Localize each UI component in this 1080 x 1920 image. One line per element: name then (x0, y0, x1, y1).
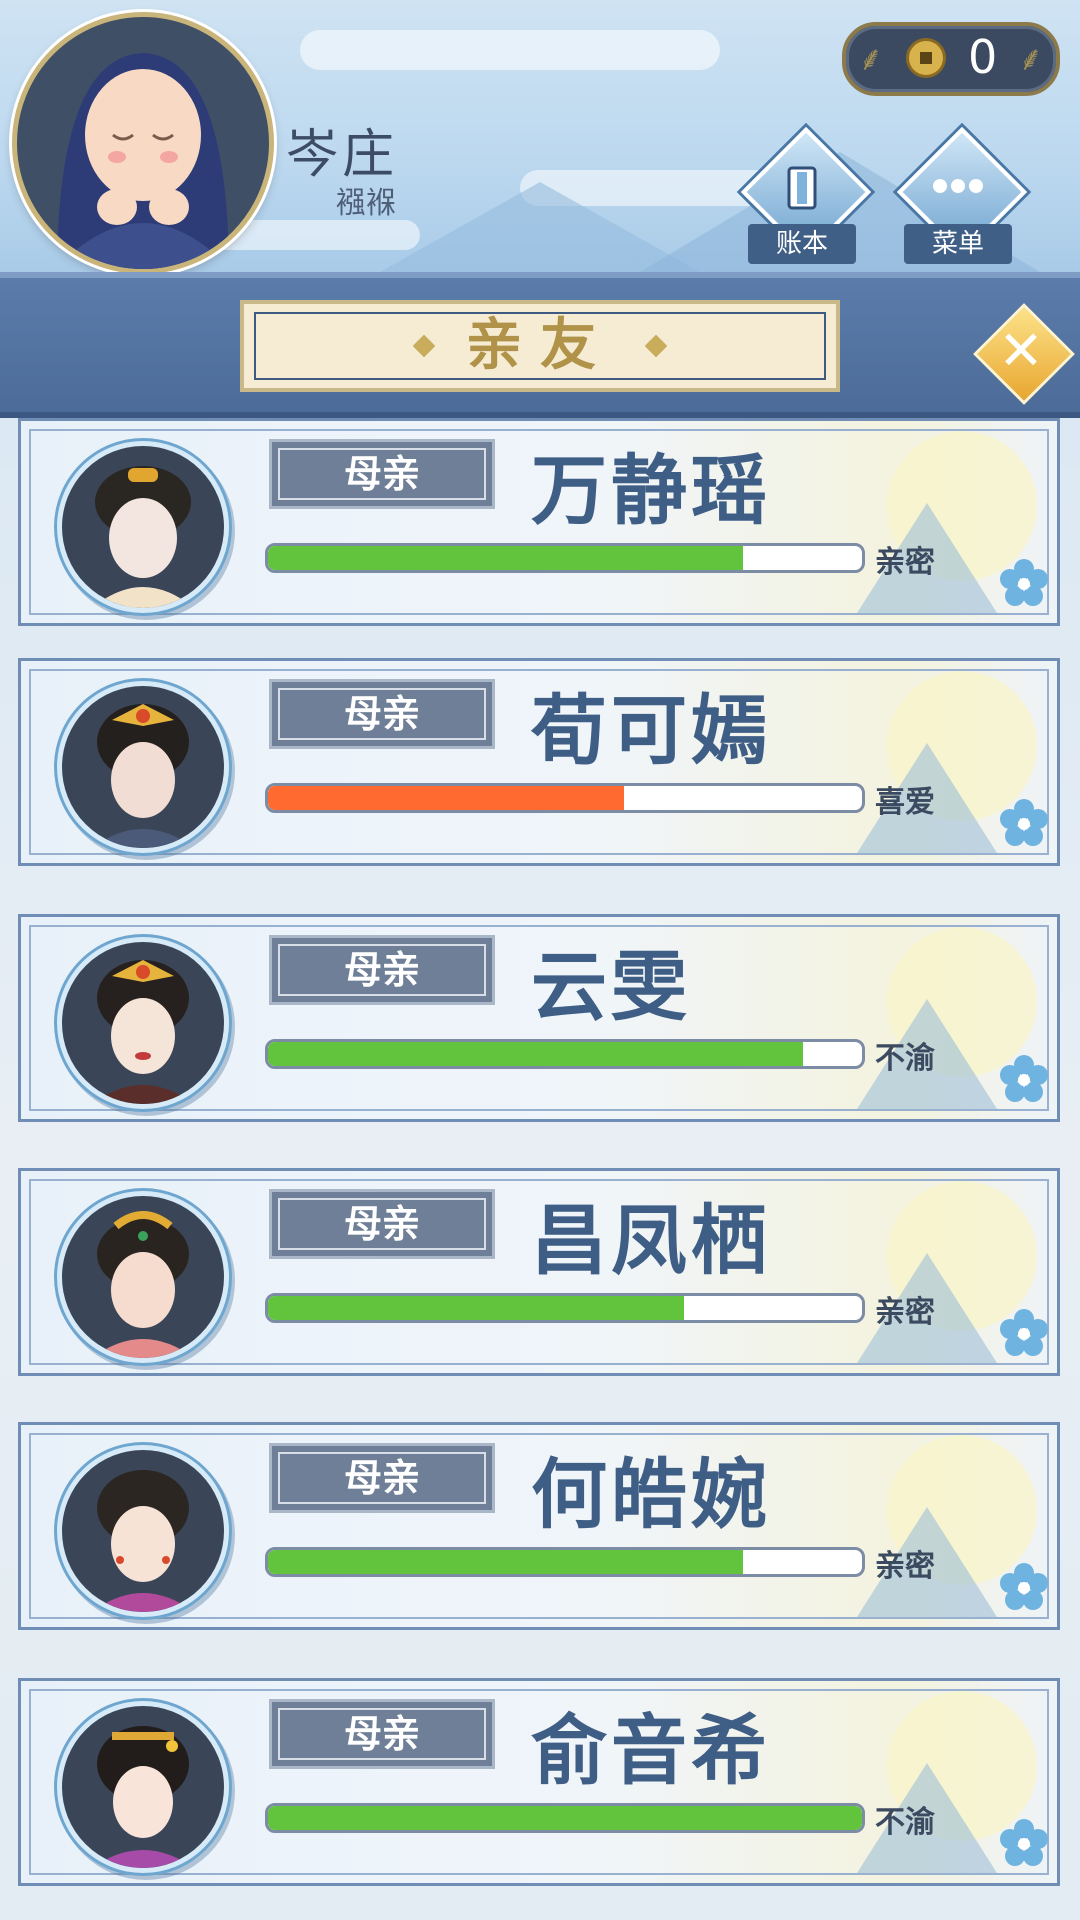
relative-card[interactable]: 母亲 俞音希 不渝 (18, 1678, 1060, 1886)
relative-card[interactable]: 母亲 万静瑶 亲密 (18, 418, 1060, 626)
relation-tag: 母亲 (269, 439, 495, 509)
player-header: 岑庄 襁褓 ⸙ 0 ⸙ 账本 菜单 (0, 0, 1080, 272)
ledger-label: 账本 (748, 224, 856, 264)
relative-avatar[interactable] (57, 1701, 229, 1873)
favor-bar-fill (268, 1806, 862, 1830)
relation-label: 母亲 (343, 452, 420, 496)
relation-tag: 母亲 (269, 1443, 495, 1513)
relation-label: 母亲 (343, 1712, 420, 1756)
favor-status: 喜爱 (875, 785, 935, 820)
ledger-icon (742, 166, 862, 220)
woman-portrait-icon (92, 1726, 194, 1868)
favor-bar-fill (268, 786, 625, 810)
coin-counter: ⸙ 0 ⸙ (842, 22, 1060, 96)
relative-name: 俞音希 (531, 1706, 771, 1795)
bamboo-leaf-icon: ⸙ (858, 39, 884, 79)
relative-card[interactable]: 母亲 何皓婉 亲密 (18, 1422, 1060, 1630)
page-title: 亲友 (466, 313, 614, 378)
relative-avatar[interactable] (57, 1445, 229, 1617)
relation-tag: 母亲 (269, 679, 495, 749)
relative-avatar[interactable] (57, 937, 229, 1109)
relation-tag: 母亲 (269, 935, 495, 1005)
relation-tag: 母亲 (269, 1699, 495, 1769)
favor-bar (265, 1293, 865, 1323)
relative-avatar[interactable] (57, 681, 229, 853)
relation-tag: 母亲 (269, 1189, 495, 1259)
favor-bar (265, 543, 865, 573)
flower-icon (1000, 1309, 1048, 1356)
player-avatar[interactable] (12, 12, 274, 272)
favor-status: 亲密 (875, 1295, 935, 1330)
favor-bar (265, 1039, 865, 1069)
relative-avatar[interactable] (57, 441, 229, 613)
relative-name: 万静瑶 (531, 446, 771, 535)
favor-bar-fill (268, 1550, 744, 1574)
flower-icon (1000, 559, 1048, 606)
player-name: 岑庄 (286, 125, 399, 185)
favor-status: 不渝 (875, 1805, 935, 1840)
woman-portrait-icon (92, 960, 194, 1104)
relative-name: 何皓婉 (531, 1450, 771, 1539)
relative-avatar[interactable] (57, 1191, 229, 1363)
woman-portrait-icon (92, 1470, 194, 1612)
flower-icon (1000, 1563, 1048, 1610)
favor-bar (265, 1803, 865, 1833)
baby-portrait-icon (57, 53, 229, 269)
title-plaque: 亲友 (240, 300, 840, 392)
favor-status: 亲密 (875, 545, 935, 580)
copper-coin-icon (906, 38, 946, 78)
menu-label: 菜单 (904, 224, 1012, 264)
section-title-bar: 亲友 ✕ (0, 272, 1080, 418)
relative-card[interactable]: 母亲 云雯 不渝 (18, 914, 1060, 1122)
flower-icon (1000, 1055, 1048, 1102)
menu-button[interactable]: 菜单 (896, 126, 1028, 264)
relation-label: 母亲 (343, 1202, 420, 1246)
favor-bar-fill (268, 1296, 684, 1320)
woman-portrait-icon (92, 704, 194, 848)
woman-portrait-icon (92, 466, 194, 608)
relatives-list[interactable]: 母亲 万静瑶 亲密 母亲 荀可嫣 喜爱 母亲 云雯 不渝 母亲 昌凤栖 亲密 母… (0, 418, 1080, 1920)
relative-card[interactable]: 母亲 荀可嫣 喜爱 (18, 658, 1060, 866)
favor-status: 亲密 (875, 1549, 935, 1584)
favor-bar-fill (268, 1042, 803, 1066)
relative-card[interactable]: 母亲 昌凤栖 亲密 (18, 1168, 1060, 1376)
bamboo-leaf-icon: ⸙ (1018, 39, 1044, 79)
player-age-status: 襁褓 (336, 186, 396, 221)
favor-bar-fill (268, 546, 744, 570)
relation-label: 母亲 (343, 692, 420, 736)
relation-label: 母亲 (343, 948, 420, 992)
favor-bar (265, 783, 865, 813)
favor-bar (265, 1547, 865, 1577)
more-icon (898, 166, 1018, 216)
flower-icon (1000, 799, 1048, 846)
relative-name: 昌凤栖 (531, 1196, 771, 1285)
woman-portrait-icon (92, 1211, 194, 1358)
flower-icon (1000, 1819, 1048, 1866)
close-button[interactable]: ✕ (973, 303, 1075, 405)
relative-name: 荀可嫣 (531, 686, 771, 775)
coin-value: 0 (968, 30, 998, 84)
ledger-button[interactable]: 账本 (740, 126, 872, 264)
close-icon: ✕ (998, 319, 1044, 382)
favor-status: 不渝 (875, 1041, 935, 1076)
cloud-decoration (300, 30, 720, 70)
relative-name: 云雯 (531, 942, 691, 1031)
relation-label: 母亲 (343, 1456, 420, 1500)
